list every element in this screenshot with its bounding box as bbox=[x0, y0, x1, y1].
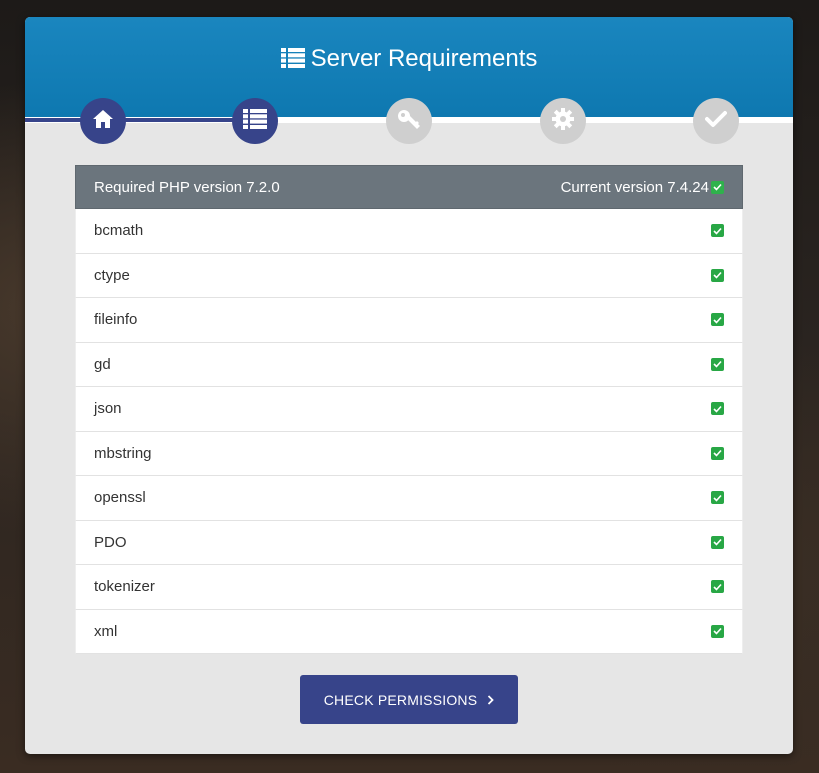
list-icon bbox=[243, 108, 267, 134]
extension-name: ctype bbox=[94, 266, 130, 284]
table-row: xml bbox=[75, 609, 743, 654]
progress-fill bbox=[25, 118, 255, 122]
step-permissions[interactable] bbox=[386, 98, 432, 144]
check-icon bbox=[711, 268, 724, 282]
step-environment[interactable] bbox=[540, 98, 586, 144]
table-row: bcmath bbox=[75, 209, 743, 254]
home-icon bbox=[92, 109, 114, 134]
current-php-version: Current version 7.4.24 bbox=[560, 178, 709, 196]
step-requirements[interactable] bbox=[232, 98, 278, 144]
table-row: mbstring bbox=[75, 431, 743, 476]
check-icon bbox=[711, 224, 724, 238]
requirements-table: Required PHP version 7.2.0 Current versi… bbox=[75, 165, 743, 654]
required-php-version: Required PHP version 7.2.0 bbox=[94, 178, 280, 196]
check-icon bbox=[705, 110, 727, 133]
extension-name: openssl bbox=[94, 489, 146, 507]
php-version-header: Required PHP version 7.2.0 Current versi… bbox=[75, 165, 743, 209]
check-icon bbox=[711, 446, 724, 460]
current-php-version-group: Current version 7.4.24 bbox=[561, 179, 724, 196]
table-row: PDO bbox=[75, 520, 743, 565]
check-icon bbox=[711, 624, 724, 638]
check-icon bbox=[711, 491, 724, 505]
extension-name: gd bbox=[94, 355, 111, 373]
chevron-right-icon bbox=[487, 692, 495, 708]
gear-icon bbox=[552, 107, 574, 135]
page-title: Server Requirements bbox=[25, 45, 793, 75]
check-icon bbox=[711, 535, 724, 549]
extension-name: fileinfo bbox=[94, 311, 138, 329]
key-icon bbox=[397, 108, 421, 135]
check-icon bbox=[711, 402, 724, 416]
check-icon bbox=[711, 580, 724, 594]
check-icon bbox=[711, 357, 724, 371]
extension-name: PDO bbox=[94, 533, 127, 551]
list-icon bbox=[280, 47, 305, 75]
extension-name: json bbox=[94, 400, 122, 418]
extension-name: xml bbox=[94, 622, 118, 640]
step-final[interactable] bbox=[693, 98, 739, 144]
table-row: json bbox=[75, 387, 743, 432]
step-welcome[interactable] bbox=[80, 98, 126, 144]
table-row: gd bbox=[75, 342, 743, 387]
installer-card: Server Requirements Required PHP version… bbox=[25, 17, 793, 754]
check-permissions-label: CHECK PERMISSIONS bbox=[323, 691, 478, 708]
extension-name: mbstring bbox=[94, 444, 152, 462]
check-icon bbox=[711, 313, 724, 327]
check-icon bbox=[711, 180, 724, 194]
check-permissions-button[interactable]: CHECK PERMISSIONS bbox=[300, 675, 518, 724]
table-row: tokenizer bbox=[75, 565, 743, 610]
extension-name: bcmath bbox=[94, 222, 144, 240]
table-row: ctype bbox=[75, 253, 743, 298]
page-title-text: Server Requirements bbox=[310, 45, 538, 72]
extension-name: tokenizer bbox=[94, 578, 155, 596]
table-row: openssl bbox=[75, 476, 743, 521]
table-row: fileinfo bbox=[75, 298, 743, 343]
